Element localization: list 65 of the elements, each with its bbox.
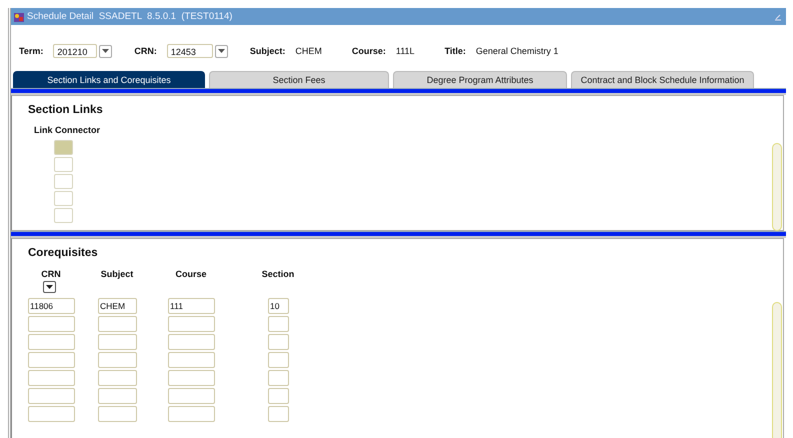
section-field[interactable] <box>268 406 289 422</box>
column-header: CRN <box>40 269 62 279</box>
section-field[interactable] <box>268 352 289 368</box>
course-field[interactable]: 111 <box>168 298 215 314</box>
subject-field[interactable] <box>98 316 137 332</box>
title-value: General Chemistry 1 <box>476 46 558 56</box>
crn-field[interactable] <box>28 334 75 350</box>
course-field[interactable] <box>168 316 215 332</box>
course-field[interactable] <box>168 334 215 350</box>
course-field[interactable] <box>168 370 215 386</box>
tab[interactable]: Section Fees <box>209 71 389 88</box>
crn-field[interactable] <box>28 388 75 404</box>
caret-icon <box>102 49 110 53</box>
dropdown-button[interactable] <box>43 281 56 293</box>
section-heading: Corequisites <box>27 246 99 259</box>
window-title: Schedule Detail SSADETL 8.5.0.1 (TEST0114) <box>27 11 232 22</box>
crn-field[interactable] <box>28 352 75 368</box>
section-field[interactable] <box>268 370 289 386</box>
caret-icon <box>46 285 53 289</box>
course-value: 111L <box>396 46 415 56</box>
subject-field[interactable] <box>98 406 137 422</box>
column-header: Link Connector <box>33 124 102 137</box>
course-field[interactable] <box>168 388 215 404</box>
crn-field[interactable] <box>28 370 75 386</box>
subject-field[interactable] <box>98 370 137 386</box>
caret-icon <box>218 49 225 53</box>
field-label: Subject: <box>250 46 286 56</box>
term-field[interactable]: 201210 <box>53 44 98 58</box>
field-label: CRN: <box>134 46 157 56</box>
section-field[interactable] <box>268 388 289 404</box>
link-connector-field[interactable] <box>54 208 73 223</box>
tab[interactable]: Degree Program Attributes <box>393 71 567 88</box>
subject-value: CHEM <box>295 46 322 56</box>
section-field[interactable]: 10 <box>268 298 289 314</box>
link-connector-field[interactable] <box>54 191 73 206</box>
link-connector-field[interactable] <box>54 157 73 172</box>
column-header: Course <box>174 269 208 279</box>
crn-field[interactable] <box>28 316 75 332</box>
subject-field[interactable] <box>98 388 137 404</box>
scrollbar[interactable] <box>772 302 782 438</box>
course-field[interactable] <box>168 352 215 368</box>
field-label: Term: <box>19 46 44 56</box>
column-header: Subject <box>100 269 134 279</box>
section-heading: Section Links <box>27 103 104 116</box>
crn-field[interactable]: 11806 <box>28 298 75 314</box>
section-field[interactable] <box>268 334 289 350</box>
link-connector-field[interactable] <box>54 174 73 189</box>
tab[interactable]: Contract and Block Schedule Information <box>571 71 754 88</box>
crn-field[interactable]: 12453 <box>166 44 213 58</box>
subject-field[interactable] <box>98 334 137 350</box>
field-label: Course: <box>352 46 386 56</box>
dropdown-button[interactable] <box>214 44 228 58</box>
subject-field[interactable] <box>98 352 137 368</box>
app-icon <box>13 10 25 22</box>
section-field[interactable] <box>268 316 289 332</box>
course-field[interactable] <box>168 406 215 422</box>
crn-field[interactable] <box>28 406 75 422</box>
restore-icon[interactable] <box>774 12 782 20</box>
subject-field[interactable]: CHEM <box>98 298 137 314</box>
scrollbar[interactable] <box>772 143 782 231</box>
column-header: Section <box>261 269 295 279</box>
field-label: Title: <box>444 46 466 56</box>
tab[interactable]: Section Links and Corequisites <box>13 71 205 88</box>
link-connector-field[interactable] <box>54 140 73 155</box>
dropdown-button[interactable] <box>99 44 112 58</box>
